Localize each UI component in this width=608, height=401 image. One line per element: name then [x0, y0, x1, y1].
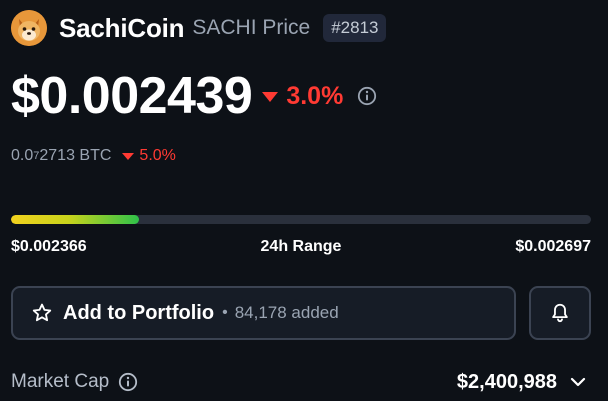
coin-avatar	[11, 10, 47, 46]
btc-price-digits: 2713 BTC	[39, 147, 112, 164]
coin-name: SachiCoin	[59, 12, 185, 43]
btc-change: 5.0%	[122, 147, 176, 165]
range-label: 24h Range	[260, 238, 342, 255]
rank-badge: #2813	[323, 14, 387, 42]
coin-symbol-label: SACHI Price	[192, 16, 311, 39]
range-labels: $0.002366 24h Range $0.002697	[11, 238, 591, 260]
portfolio-label: Add to Portfolio	[63, 301, 215, 324]
btc-price-row: 0.0 7 2713 BTC 5.0%	[11, 145, 176, 167]
range-bar	[11, 215, 591, 224]
portfolio-count: 84,178 added	[234, 303, 339, 322]
caret-down-icon	[262, 92, 279, 102]
market-cap-row[interactable]: Market Cap $2,400,988	[11, 368, 591, 396]
chevron-down-icon[interactable]	[569, 373, 587, 391]
add-to-portfolio-button[interactable]: Add to Portfolio • 84,178 added	[11, 286, 516, 340]
market-cap-label: Market Cap	[11, 371, 110, 392]
range-bar-fill	[11, 215, 139, 224]
caret-down-icon	[122, 153, 135, 160]
range-high: $0.002697	[515, 238, 591, 255]
info-circle-icon[interactable]	[357, 86, 377, 106]
btc-price-prefix: 0.0	[11, 147, 34, 164]
shiba-dog-avatar-icon	[11, 10, 47, 46]
price-row: $0.002439 3.0%	[11, 64, 377, 128]
price-alert-button[interactable]	[529, 286, 591, 340]
price-change-value: 3.0%	[286, 81, 344, 110]
btc-change-value: 5.0%	[139, 147, 176, 164]
star-outline-icon	[32, 303, 52, 322]
info-circle-icon[interactable]	[118, 372, 138, 392]
current-price: $0.002439	[11, 67, 253, 125]
bell-icon	[552, 303, 568, 323]
coin-price-widget: SachiCoin SACHI Price #2813 $0.002439 3.…	[0, 0, 608, 401]
market-cap-value: $2,400,988	[456, 370, 557, 393]
portfolio-separator: •	[222, 304, 228, 321]
price-change: 3.0%	[262, 82, 343, 111]
coin-header: SachiCoin SACHI Price #2813	[11, 9, 387, 47]
